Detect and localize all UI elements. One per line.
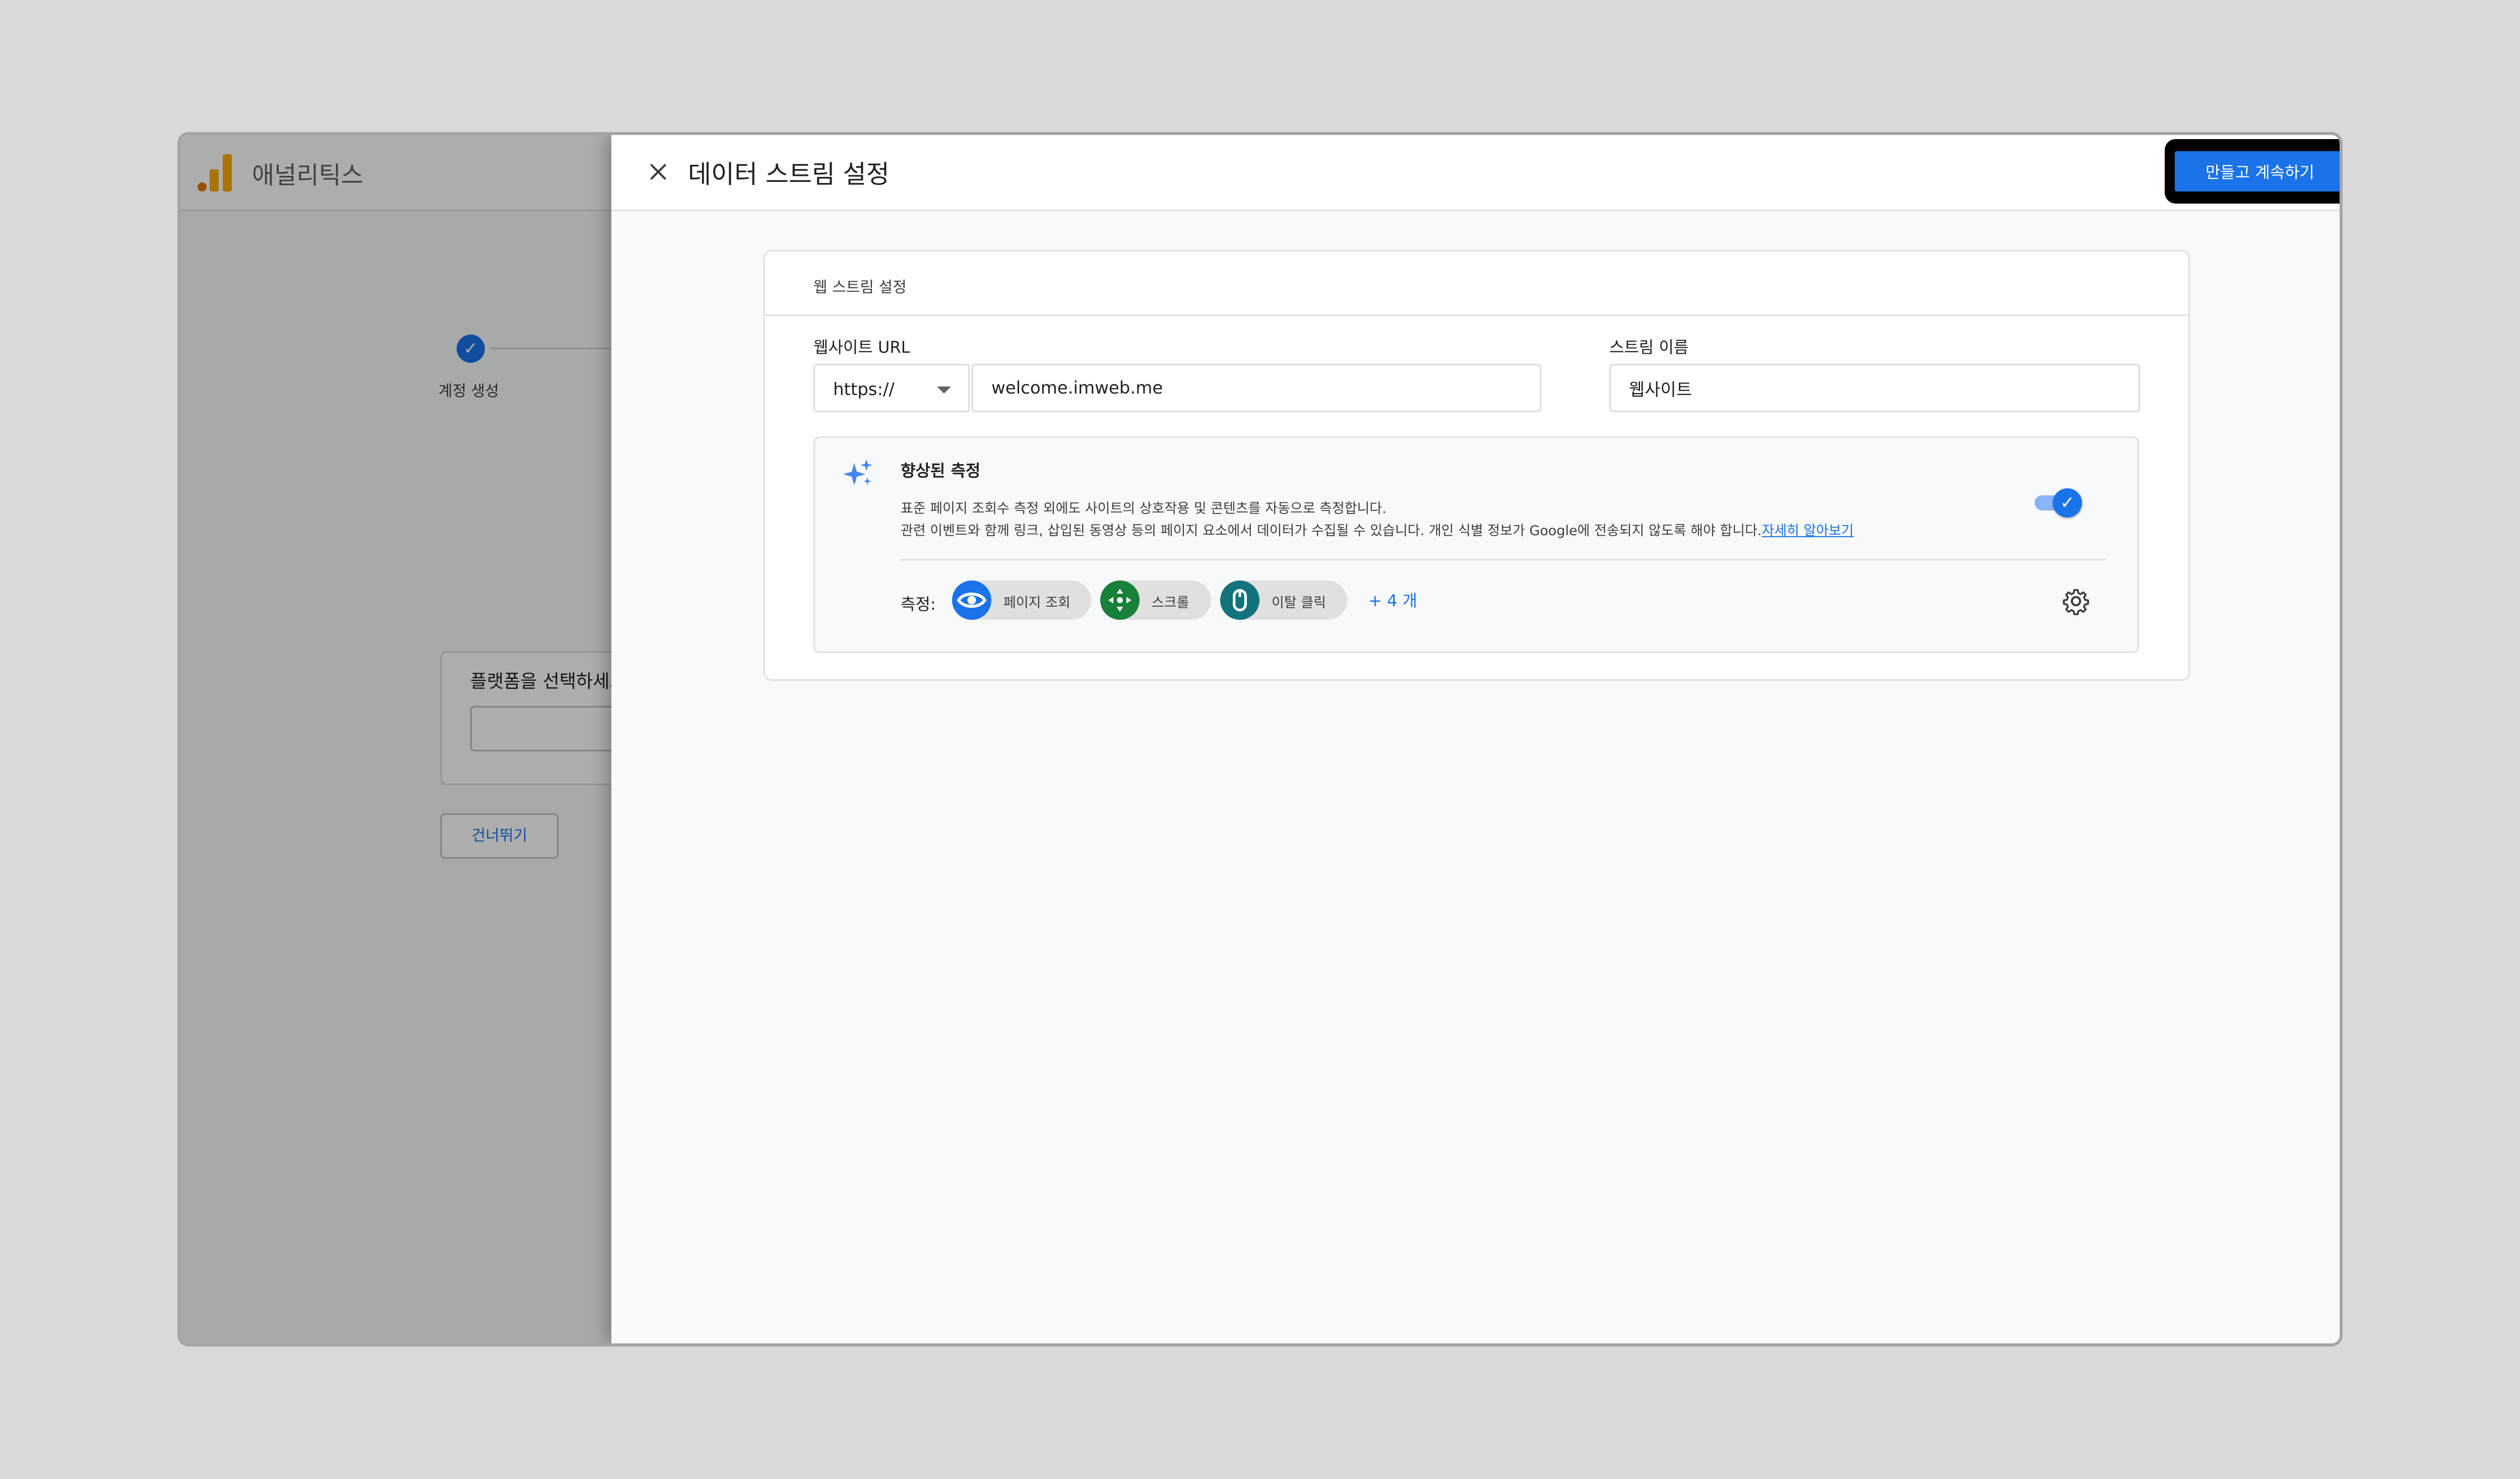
enhanced-description-1: 표준 페이지 조회수 측정 외에도 사이트의 상호작용 및 콘텐츠를 자동으로 … [901,501,1387,517]
protocol-value: https:// [833,379,895,400]
more-events-link[interactable]: + 4 개 [1368,588,1417,611]
chip-scroll[interactable]: 스크롤 [1100,581,1211,620]
web-stream-card: 웹 스트림 설정 웹사이트 URL https:// 스트림 이름 향 [764,250,2190,681]
scroll-move-icon [1100,581,1140,620]
divider [901,559,2105,560]
enhanced-measurement-toggle[interactable]: ✓ [2035,488,2082,519]
panel-header: 데이터 스트림 설정 만들고 계속하기 [611,135,2340,211]
chip-label: 페이지 조회 [1003,595,1070,611]
enhanced-measurement-title: 향상된 측정 [901,461,981,480]
sparkle-icon [843,459,872,485]
chip-outbound-click[interactable]: 이탈 클릭 [1220,581,1347,620]
panel-title: 데이터 스트림 설정 [688,160,890,189]
mouse-icon [1220,581,1259,620]
create-button-highlight: 만들고 계속하기 [2165,139,2340,204]
measure-label: 측정: [901,595,936,614]
protocol-select[interactable]: https:// [813,364,970,412]
card-header: 웹 스트림 설정 [765,251,2188,316]
eye-icon [952,581,991,620]
toggle-check-icon: ✓ [2053,488,2082,518]
chip-label: 스크롤 [1152,595,1189,611]
chip-label: 이탈 클릭 [1272,595,1326,611]
enhanced-description-2: 관련 이벤트와 함께 링크, 삽입된 동영상 등의 페이지 요소에서 데이터가 … [901,520,1854,539]
gear-icon[interactable] [2062,587,2090,615]
enhanced-measurement-box: 향상된 측정 표준 페이지 조회수 측정 외에도 사이트의 상호작용 및 콘텐츠… [813,436,2139,653]
website-url-input[interactable] [972,364,1541,412]
stream-name-label: 스트림 이름 [1609,338,1689,357]
chip-page-view[interactable]: 페이지 조회 [952,581,1091,620]
data-stream-panel: 데이터 스트림 설정 만들고 계속하기 웹 스트림 설정 웹사이트 URL ht… [611,135,2340,1343]
learn-more-link[interactable]: 자세히 알아보기 [1762,523,1854,539]
website-url-label: 웹사이트 URL [813,338,910,357]
panel-body: 웹 스트림 설정 웹사이트 URL https:// 스트림 이름 향 [611,211,2340,1343]
browser-window: 애널리틱스 ✓ 계정 생성 플랫폼을 선택하세요 건너뛰기 데이터 스트림 설정… [177,132,2343,1346]
section-title: 웹 스트림 설정 [813,279,907,296]
enhanced-description-2-text: 관련 이벤트와 함께 링크, 삽입된 동영상 등의 페이지 요소에서 데이터가 … [901,523,1762,539]
create-and-continue-button[interactable]: 만들고 계속하기 [2175,151,2340,191]
close-icon[interactable] [647,160,670,183]
stream-name-input[interactable] [1609,364,2140,412]
dropdown-caret-icon [937,387,951,394]
